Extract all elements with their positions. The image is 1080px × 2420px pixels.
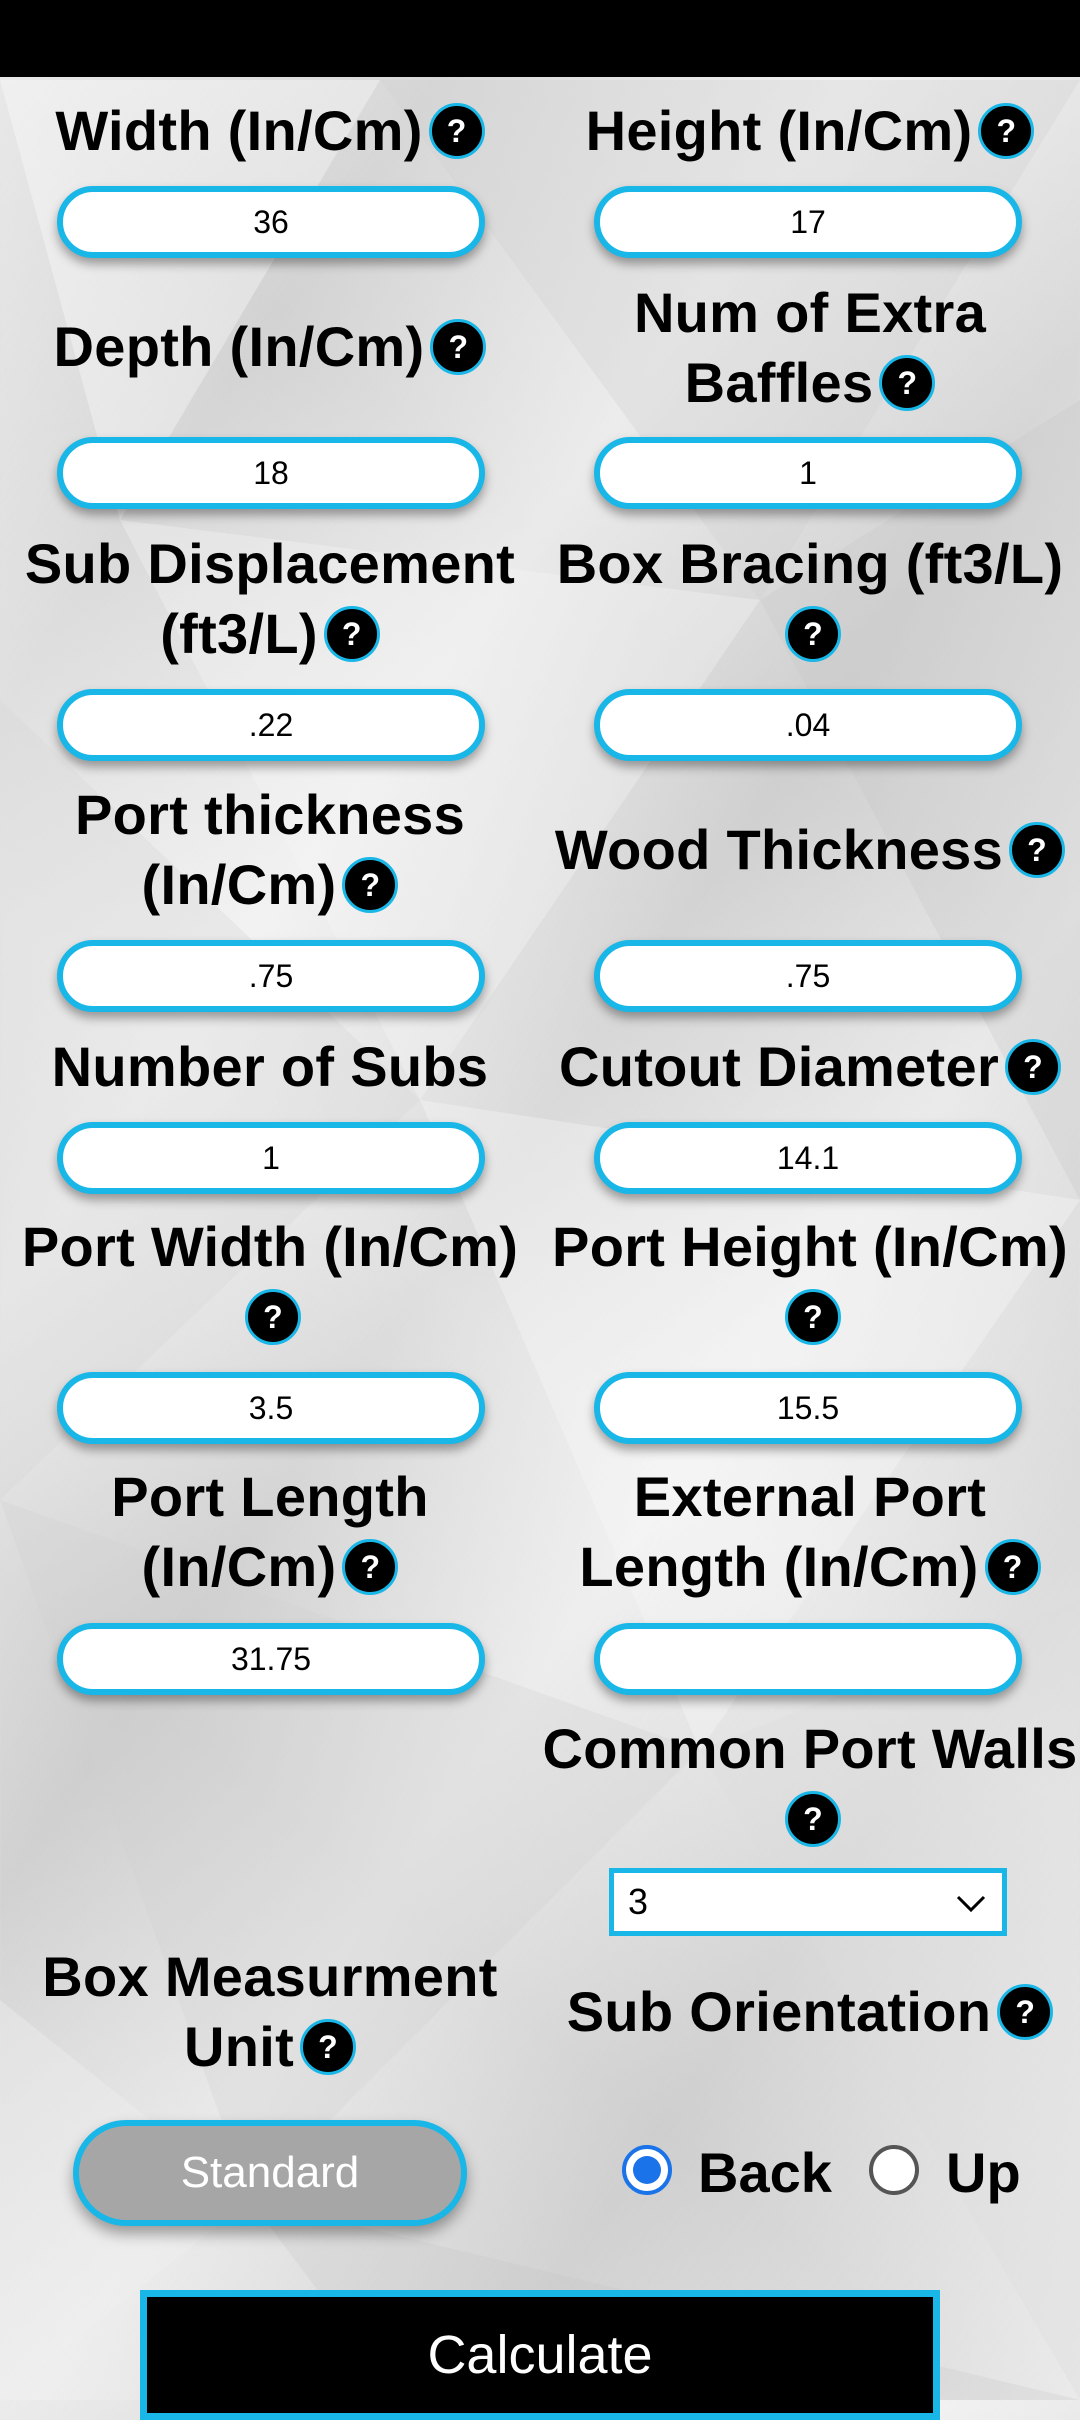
height-label: Height (In/Cm)? (540, 96, 1080, 166)
width-label: Width (In/Cm)? (0, 96, 540, 166)
common-port-walls-select[interactable]: 3 (609, 1868, 1007, 1936)
help-icon[interactable]: ? (430, 319, 487, 376)
port-thickness-label: Port thickness (In/Cm)? (74, 783, 466, 916)
port-thickness-input[interactable]: .75 (57, 940, 485, 1012)
help-icon[interactable]: ? (342, 1539, 399, 1596)
radio-up-label[interactable]: Up (946, 2138, 1021, 2208)
cutout-diameter-label: Cutout Diameter? (540, 1032, 1080, 1102)
help-icon[interactable]: ? (997, 1984, 1054, 2041)
common-port-walls-label: Common Port Walls? (540, 1714, 1080, 1854)
help-icon[interactable]: ? (342, 857, 399, 914)
cutout-diameter-input[interactable]: 14.1 (594, 1122, 1022, 1194)
calculate-button[interactable]: Calculate (140, 2290, 940, 2420)
help-icon[interactable]: ? (1005, 1039, 1062, 1096)
sub-displacement-label: Sub Displacement (ft3/L)? (24, 532, 516, 665)
port-length-label: Port Length (In/Cm)? (111, 1465, 429, 1598)
port-length-input[interactable]: 31.75 (57, 1623, 485, 1695)
radio-back-label[interactable]: Back (698, 2138, 832, 2208)
port-height-input[interactable]: 15.5 (594, 1372, 1022, 1444)
help-icon[interactable]: ? (785, 606, 841, 663)
unit-toggle-button[interactable]: Standard (73, 2120, 467, 2226)
common-port-walls-value: 3 (628, 1881, 649, 1922)
radio-back[interactable] (622, 2145, 672, 2195)
depth-label: Depth (In/Cm)? (0, 312, 540, 382)
depth-input[interactable]: 18 (57, 437, 485, 509)
help-icon[interactable]: ? (323, 606, 380, 663)
help-icon[interactable]: ? (978, 103, 1035, 160)
help-icon[interactable]: ? (785, 1289, 841, 1346)
number-of-subs-label: Number of Subs (51, 1035, 489, 1098)
chevron-down-icon (956, 1895, 986, 1913)
number-of-subs-input[interactable]: 1 (57, 1122, 485, 1194)
help-icon[interactable]: ? (245, 1289, 301, 1346)
box-bracing-input[interactable]: .04 (594, 689, 1022, 761)
wood-thickness-input[interactable]: .75 (594, 940, 1022, 1012)
width-input[interactable]: 36 (57, 186, 485, 258)
help-icon[interactable]: ? (879, 355, 936, 412)
external-port-length-label: External Port Length (In/Cm)? (540, 1462, 1080, 1602)
help-icon[interactable]: ? (1009, 822, 1066, 879)
help-icon[interactable]: ? (300, 2019, 357, 2076)
box-measurement-unit-label: Box Measurment Unit? (42, 1945, 498, 2078)
sub-displacement-input[interactable]: .22 (57, 689, 485, 761)
help-icon[interactable]: ? (785, 1791, 841, 1848)
extra-baffles-input[interactable]: 1 (594, 437, 1022, 509)
radio-up[interactable] (869, 2145, 919, 2195)
height-input[interactable]: 17 (594, 186, 1022, 258)
help-icon[interactable]: ? (984, 1539, 1041, 1596)
port-width-label: Port Width (In/Cm)? (0, 1212, 540, 1352)
box-bracing-label: Box Bracing (ft3/L)? (540, 529, 1080, 669)
port-height-label: Port Height (In/Cm)? (540, 1212, 1080, 1352)
wood-thickness-label: Wood Thickness? (540, 815, 1080, 885)
extra-baffles-label: Num of Extra Baffles? (633, 281, 987, 414)
port-width-input[interactable]: 3.5 (57, 1372, 485, 1444)
external-port-length-input[interactable] (594, 1623, 1022, 1695)
status-bar (0, 0, 1080, 77)
help-icon[interactable]: ? (428, 103, 485, 160)
sub-orientation-label: Sub Orientation? (540, 1977, 1080, 2047)
